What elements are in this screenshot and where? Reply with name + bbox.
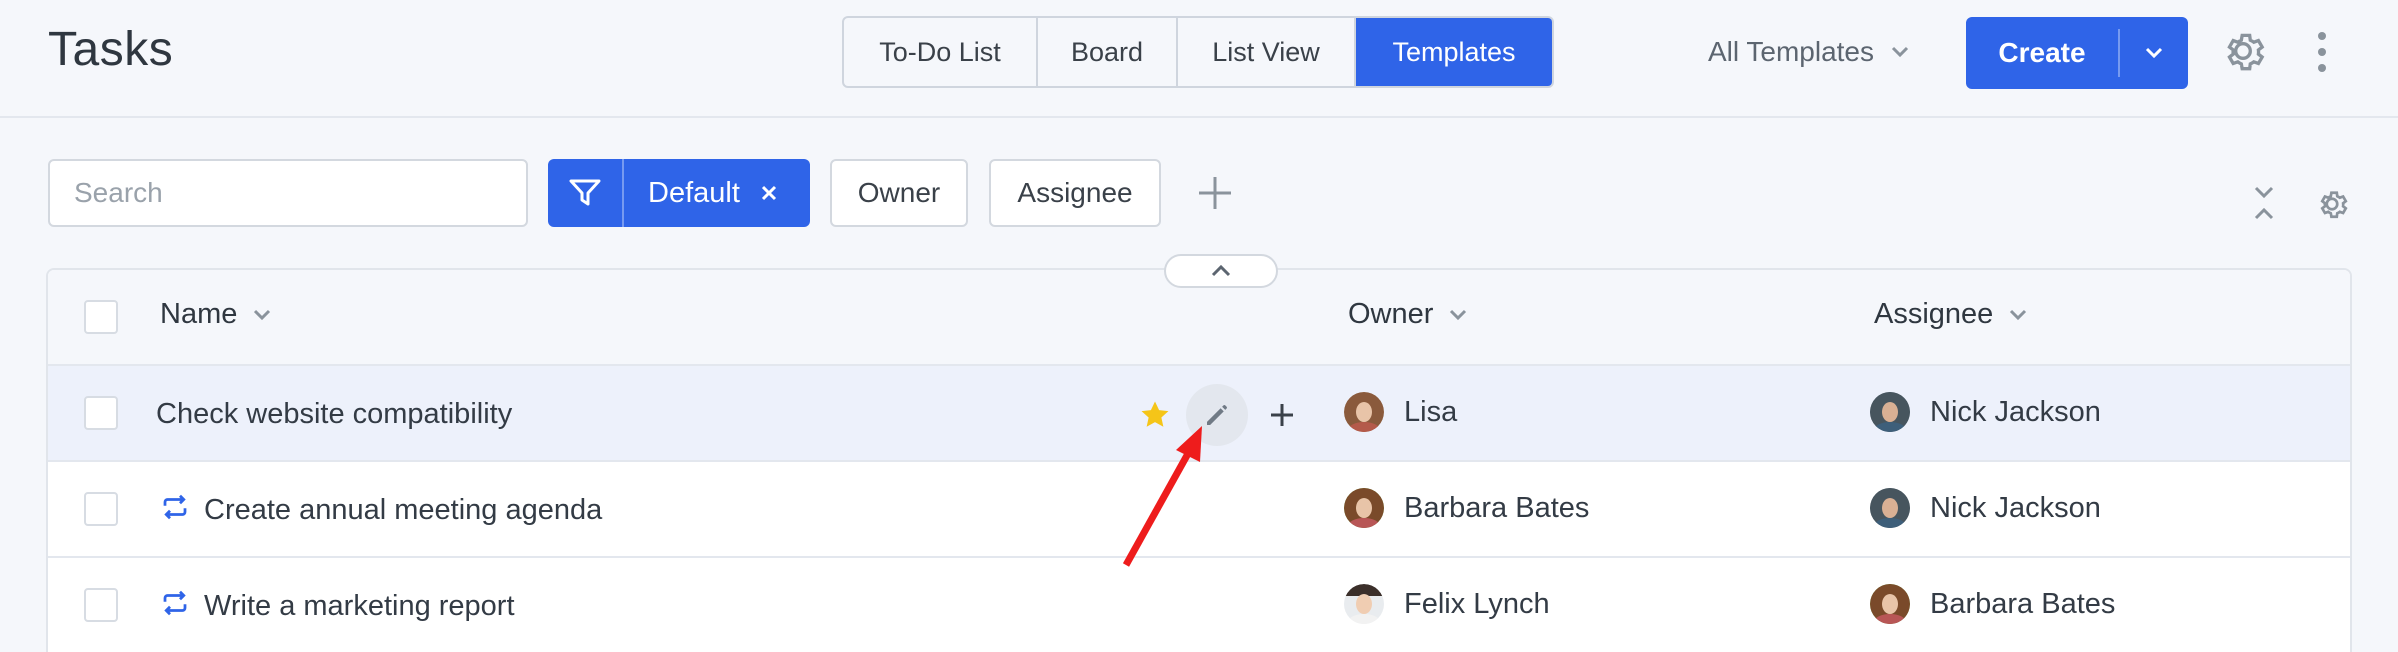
column-header-name[interactable]: Name bbox=[160, 298, 271, 331]
chevron-down-icon bbox=[254, 309, 271, 320]
filter-button[interactable] bbox=[548, 159, 624, 227]
column-label: Assignee bbox=[1874, 298, 1994, 330]
template-filter-label: All Templates bbox=[1708, 36, 1875, 67]
create-button-group: Create bbox=[1966, 17, 2188, 89]
tab-board[interactable]: Board bbox=[1038, 18, 1178, 86]
template-filter-dropdown[interactable]: All Templates bbox=[1708, 30, 1910, 74]
owner-cell[interactable]: Felix Lynch bbox=[1344, 584, 1550, 624]
column-header-assignee[interactable]: Assignee bbox=[1874, 298, 2027, 331]
column-label: Owner bbox=[1348, 298, 1434, 330]
avatar bbox=[1344, 488, 1384, 528]
more-vertical-icon[interactable] bbox=[2312, 30, 2332, 74]
tab-templates[interactable]: Templates bbox=[1356, 18, 1552, 86]
assignee-filter-chip[interactable]: Assignee bbox=[989, 159, 1161, 227]
assignee-cell[interactable]: Barbara Bates bbox=[1870, 584, 2115, 624]
chevron-up-icon bbox=[1211, 264, 1231, 277]
assignee-name: Nick Jackson bbox=[1930, 395, 2101, 428]
row-checkbox[interactable] bbox=[84, 396, 118, 430]
gear-icon[interactable] bbox=[2314, 186, 2350, 222]
row-checkbox[interactable] bbox=[84, 588, 118, 622]
gear-icon[interactable] bbox=[2218, 26, 2268, 76]
column-header-owner[interactable]: Owner bbox=[1348, 298, 1467, 331]
task-name[interactable]: Create annual meeting agenda bbox=[204, 494, 602, 527]
repeat-icon bbox=[163, 590, 187, 616]
plus-icon[interactable] bbox=[1196, 174, 1234, 212]
task-name[interactable]: Check website compatibility bbox=[156, 398, 512, 431]
create-button[interactable]: Create bbox=[1966, 17, 2118, 89]
assignee-cell[interactable]: Nick Jackson bbox=[1870, 488, 2101, 528]
view-switcher: To-Do List Board List View Templates bbox=[842, 16, 1554, 88]
select-all-checkbox[interactable] bbox=[84, 300, 118, 334]
chevron-down-icon bbox=[1450, 309, 1467, 320]
assignee-cell[interactable]: Nick Jackson bbox=[1870, 392, 2101, 432]
chevron-down-icon bbox=[1891, 46, 1909, 58]
tab-todo-list[interactable]: To-Do List bbox=[844, 18, 1038, 86]
active-filter-label: Default bbox=[648, 176, 740, 209]
row-checkbox[interactable] bbox=[84, 492, 118, 526]
collapse-filters-toggle[interactable] bbox=[1164, 254, 1278, 288]
collapse-icon[interactable] bbox=[2250, 184, 2278, 222]
repeat-icon bbox=[163, 494, 187, 520]
avatar bbox=[1870, 392, 1910, 432]
avatar bbox=[1344, 392, 1384, 432]
owner-name: Lisa bbox=[1404, 395, 1458, 428]
owner-cell[interactable]: Barbara Bates bbox=[1344, 488, 1589, 528]
avatar bbox=[1870, 488, 1910, 528]
owner-name: Felix Lynch bbox=[1404, 587, 1550, 620]
owner-filter-chip[interactable]: Owner bbox=[830, 159, 968, 227]
close-icon[interactable] bbox=[760, 184, 778, 202]
owner-name: Barbara Bates bbox=[1404, 491, 1590, 524]
chevron-down-icon bbox=[2010, 309, 2027, 320]
assignee-name: Barbara Bates bbox=[1930, 587, 2116, 620]
avatar bbox=[1870, 584, 1910, 624]
annotation-arrow-icon bbox=[1122, 426, 1202, 567]
tab-list-view[interactable]: List View bbox=[1178, 18, 1356, 86]
create-dropdown-button[interactable] bbox=[2120, 17, 2188, 89]
chevron-down-icon bbox=[2145, 47, 2163, 59]
filter-icon bbox=[569, 179, 601, 206]
avatar bbox=[1344, 584, 1384, 624]
task-name[interactable]: Write a marketing report bbox=[204, 590, 515, 623]
owner-cell[interactable]: Lisa bbox=[1344, 392, 1457, 432]
column-label: Name bbox=[160, 298, 238, 330]
assignee-name: Nick Jackson bbox=[1930, 491, 2101, 524]
table-row[interactable]: Write a marketing report Felix Lynch Bar… bbox=[48, 558, 2350, 652]
top-bar: Tasks To-Do List Board List View Templat… bbox=[0, 0, 2398, 118]
active-filter-chip[interactable]: Default bbox=[548, 159, 810, 227]
plus-icon[interactable] bbox=[1262, 395, 1302, 435]
search-input[interactable] bbox=[48, 159, 528, 227]
page-title: Tasks bbox=[48, 23, 174, 76]
